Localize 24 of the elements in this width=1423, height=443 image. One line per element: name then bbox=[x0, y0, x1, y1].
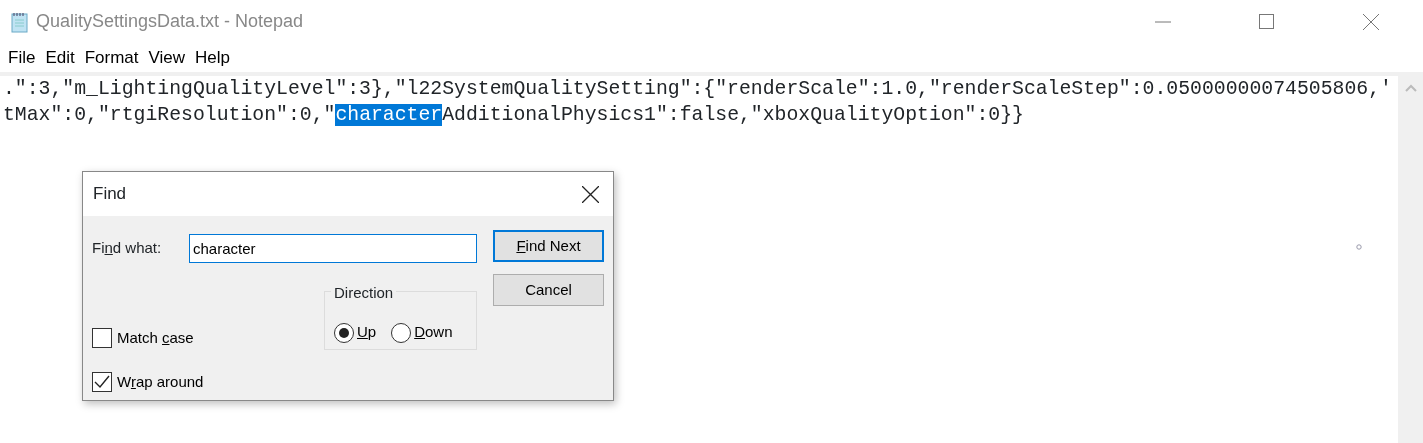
checkbox[interactable]: Wrap around bbox=[92, 370, 324, 393]
field-label: Find what: bbox=[92, 238, 163, 259]
dot-icon bbox=[1356, 244, 1362, 250]
minimize-icon bbox=[1155, 20, 1171, 23]
menu-item[interactable]: File bbox=[3, 44, 41, 71]
window-title: QualitySettingsData.txt - Notepad bbox=[36, 10, 304, 33]
checkbox[interactable]: Match case bbox=[92, 327, 324, 350]
scroll-up-icon[interactable] bbox=[1404, 84, 1417, 92]
dialog-button[interactable]: Cancel bbox=[493, 274, 604, 306]
dialog-title: Find bbox=[93, 183, 127, 206]
menu-item[interactable]: Format bbox=[79, 44, 144, 71]
close-icon bbox=[581, 185, 599, 203]
radio-button[interactable]: Down bbox=[391, 316, 453, 349]
menu-item[interactable]: Help bbox=[190, 44, 236, 71]
dialog-button[interactable]: Find Next bbox=[493, 230, 604, 262]
maximize-icon bbox=[1259, 13, 1275, 30]
menu-item[interactable]: View bbox=[143, 44, 191, 71]
check-icon bbox=[94, 374, 110, 389]
menu-item[interactable]: Edit bbox=[40, 44, 80, 71]
close-icon bbox=[1363, 13, 1379, 30]
search-field[interactable]: character bbox=[189, 234, 477, 263]
radio-button[interactable]: Up bbox=[334, 316, 377, 349]
notepad-icon bbox=[10, 10, 30, 33]
text-line: .":3,"m_LightingQualityLevel":3},"l22SystemQualitySetting":{"renderScale":1.0,"renderScaleStep":0.05000000074505806,' bbox=[3, 77, 1393, 102]
